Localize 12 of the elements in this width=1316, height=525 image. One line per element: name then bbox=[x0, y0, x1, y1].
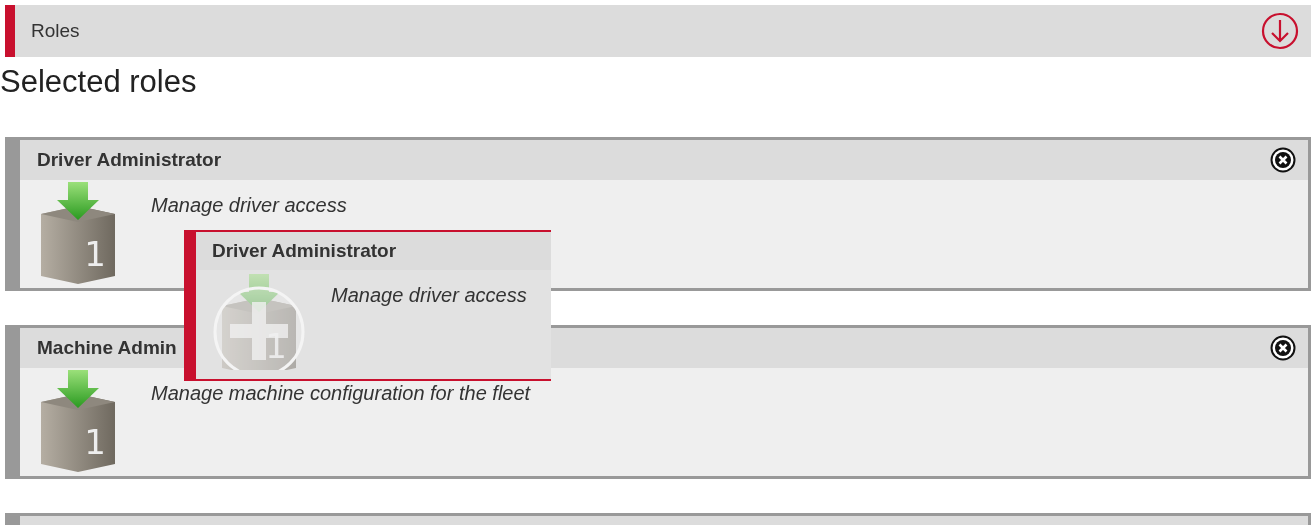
collapse-icon[interactable] bbox=[1261, 12, 1299, 50]
role-description: Manage driver access bbox=[151, 193, 347, 219]
role-title: Machine Admin bbox=[37, 335, 177, 360]
role-description: Manage machine configuration for the fleet bbox=[151, 381, 531, 407]
section-header[interactable]: Roles bbox=[5, 5, 1311, 57]
role-title: Driver Administrator bbox=[37, 147, 222, 172]
close-icon[interactable] bbox=[1270, 335, 1296, 362]
close-icon[interactable] bbox=[1270, 147, 1296, 174]
section-heading: Selected roles bbox=[0, 65, 198, 100]
section-title: Roles bbox=[31, 18, 80, 43]
role-description: Manage driver access bbox=[331, 283, 527, 308]
role-title: Driver Administrator bbox=[212, 238, 397, 263]
